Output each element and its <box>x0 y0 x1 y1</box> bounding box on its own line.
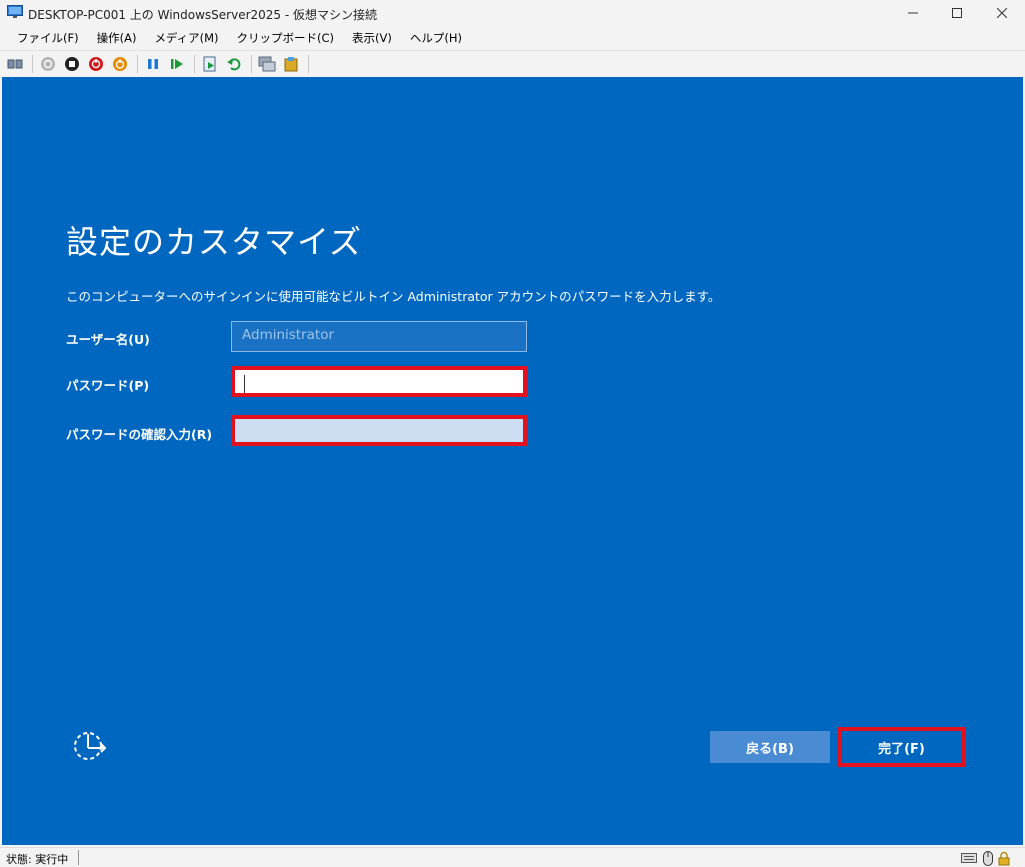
status-text: 状態: 実行中 <box>6 853 69 866</box>
toolbar <box>0 50 1025 76</box>
share-icon <box>284 56 298 71</box>
menu-action[interactable]: 操作(A) <box>88 28 146 48</box>
menu-bar: ファイル(F) 操作(A) メディア(M) クリップボード(C) 表示(V) ヘ… <box>0 27 1025 49</box>
ctrl-alt-del-icon <box>7 59 23 68</box>
menu-file[interactable]: ファイル(F) <box>8 28 88 48</box>
username-label: ユーザー名(U) <box>66 332 150 347</box>
checkpoint-icon <box>203 56 216 71</box>
vm-screen[interactable]: 設定のカスタマイズ このコンピューターへのサインインに使用可能なビルトイン Ad… <box>2 77 1023 845</box>
close-icon <box>997 8 1007 18</box>
resume-button[interactable] <box>166 53 188 75</box>
minimize-button[interactable] <box>890 0 936 26</box>
revert-icon <box>227 57 241 70</box>
password-label: パスワード(P) <box>66 378 150 393</box>
menu-clipboard[interactable]: クリップボード(C) <box>228 28 344 48</box>
save-state-icon <box>113 56 127 71</box>
menu-view[interactable]: 表示(V) <box>343 28 401 48</box>
ctrl-alt-del-button[interactable] <box>4 53 26 75</box>
keyboard-icon <box>960 849 978 867</box>
enhanced-session-icon <box>258 56 276 71</box>
pause-icon <box>148 58 158 69</box>
minimize-icon <box>908 12 918 14</box>
confirm-password-label: パスワードの確認入力(R) <box>66 427 213 442</box>
close-button[interactable] <box>979 0 1025 26</box>
confirm-password-field[interactable] <box>231 415 527 446</box>
lock-icon <box>997 849 1011 867</box>
status-bar: 状態: 実行中 <box>0 847 1025 867</box>
menu-media[interactable]: メディア(M) <box>145 28 227 48</box>
start-icon <box>41 56 55 71</box>
page-title: 設定のカスタマイズ <box>66 223 363 261</box>
menu-help[interactable]: ヘルプ(H) <box>401 28 471 48</box>
maximize-icon <box>952 8 962 18</box>
share-button[interactable] <box>280 53 302 75</box>
turn-off-button[interactable] <box>61 53 83 75</box>
username-field: Administrator <box>231 321 527 352</box>
shutdown-button[interactable] <box>85 53 107 75</box>
shutdown-icon <box>89 56 103 71</box>
back-button[interactable]: 戻る(B) <box>710 731 830 763</box>
maximize-button[interactable] <box>934 0 980 26</box>
enhanced-session-button[interactable] <box>256 53 278 75</box>
start-button[interactable] <box>37 53 59 75</box>
page-description: このコンピューターへのサインインに使用可能なビルトイン Administrato… <box>66 289 721 304</box>
pause-button[interactable] <box>142 53 164 75</box>
revert-button[interactable] <box>223 53 245 75</box>
resume-icon <box>171 58 183 69</box>
mouse-icon <box>981 849 995 867</box>
turn-off-icon <box>65 56 79 71</box>
password-field[interactable] <box>231 366 527 397</box>
finish-button[interactable]: 完了(F) <box>838 727 965 767</box>
accessibility-icon[interactable] <box>72 729 108 763</box>
vm-connection-icon <box>7 5 23 18</box>
window-title: DESKTOP-PC001 上の WindowsServer2025 - 仮想マ… <box>28 8 378 22</box>
title-bar: DESKTOP-PC001 上の WindowsServer2025 - 仮想マ… <box>0 0 1025 26</box>
checkpoint-button[interactable] <box>199 53 221 75</box>
save-state-button[interactable] <box>109 53 131 75</box>
text-caret <box>244 375 245 393</box>
